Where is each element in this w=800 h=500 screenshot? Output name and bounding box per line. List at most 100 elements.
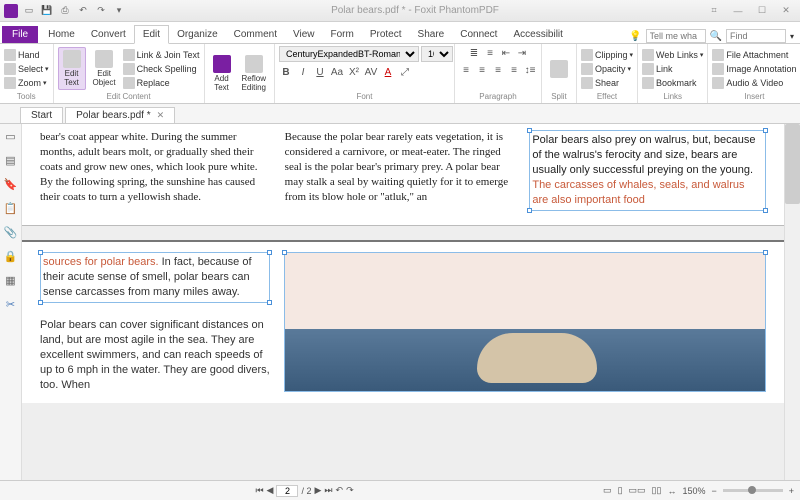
- maximize-icon[interactable]: ☐: [752, 4, 772, 18]
- bookmark-button[interactable]: Bookmark: [642, 77, 703, 89]
- text-column-p2[interactable]: sources for polar bears. In fact, becaus…: [40, 252, 270, 393]
- outdent-button[interactable]: ⇤: [499, 46, 513, 60]
- zoom-in-icon[interactable]: +: [789, 486, 794, 496]
- reflow-editing-button[interactable]: Reflow Editing: [238, 53, 270, 94]
- underline-button[interactable]: U: [313, 65, 327, 79]
- prev-page-icon[interactable]: ◀: [267, 485, 274, 496]
- selection-handle-icon[interactable]: [267, 250, 272, 255]
- text-column-2[interactable]: Because the polar bear rarely eats veget…: [285, 130, 516, 211]
- qat-open-icon[interactable]: ▭: [22, 4, 36, 18]
- attachments-panel-icon[interactable]: 📎: [3, 224, 19, 240]
- view-single-icon[interactable]: ▭: [603, 485, 612, 496]
- document-area[interactable]: bear's coat appear white. During the sum…: [22, 124, 784, 480]
- page-number-input[interactable]: [276, 485, 298, 497]
- replace-text[interactable]: Replace: [123, 77, 200, 89]
- selection-handle-icon[interactable]: [527, 208, 532, 213]
- tab-protect[interactable]: Protect: [362, 26, 410, 43]
- char-spacing-button[interactable]: AV: [364, 65, 378, 79]
- font-size-select[interactable]: 10: [421, 46, 453, 62]
- comments-panel-icon[interactable]: 📋: [3, 200, 19, 216]
- nav-back-icon[interactable]: ↶: [336, 485, 344, 496]
- tab-share[interactable]: Share: [410, 26, 453, 43]
- web-links-button[interactable]: Web Links▾: [642, 49, 703, 61]
- edit-object-button[interactable]: Edit Object: [89, 48, 120, 89]
- find-input[interactable]: [726, 29, 786, 43]
- doctab-polar-bears[interactable]: Polar bears.pdf *✕: [65, 107, 175, 123]
- scrollbar-thumb[interactable]: [785, 124, 800, 204]
- doctab-start[interactable]: Start: [20, 107, 63, 123]
- qat-undo-icon[interactable]: ↶: [76, 4, 90, 18]
- line-spacing-button[interactable]: ↕≡: [523, 63, 537, 77]
- tab-form[interactable]: Form: [323, 26, 362, 43]
- supersub-button[interactable]: X²: [347, 65, 361, 79]
- last-page-icon[interactable]: ⏭: [324, 485, 332, 496]
- selection-handle-icon[interactable]: [763, 250, 768, 255]
- tab-comment[interactable]: Comment: [226, 26, 285, 43]
- find-dropdown-icon[interactable]: ▾: [790, 32, 794, 41]
- shear-button[interactable]: Shear: [581, 77, 633, 89]
- search-icon[interactable]: 🔍: [710, 31, 722, 42]
- tab-file[interactable]: File: [2, 26, 38, 43]
- signatures-panel-icon[interactable]: ✂: [3, 296, 19, 312]
- hand-tool[interactable]: Hand: [4, 49, 49, 61]
- tab-edit[interactable]: Edit: [134, 25, 169, 44]
- image-annotation-button[interactable]: Image Annotation: [712, 63, 796, 75]
- text-block-selected[interactable]: sources for polar bears. In fact, becaus…: [40, 252, 270, 303]
- pages-panel-icon[interactable]: ▭: [3, 128, 19, 144]
- qat-save-icon[interactable]: 💾: [40, 4, 54, 18]
- split-button[interactable]: [546, 58, 572, 80]
- selection-handle-icon[interactable]: [763, 208, 768, 213]
- tab-view[interactable]: View: [285, 26, 323, 43]
- tellme-input[interactable]: [646, 29, 706, 43]
- tab-home[interactable]: Home: [40, 26, 83, 43]
- qat-print-icon[interactable]: ⎙: [58, 4, 72, 18]
- view-cont-facing-icon[interactable]: ▯▯: [652, 485, 662, 496]
- file-attachment-button[interactable]: File Attachment: [712, 49, 796, 61]
- tab-organize[interactable]: Organize: [169, 26, 226, 43]
- font-family-select[interactable]: CenturyExpandedBT-Roman: [279, 46, 419, 62]
- qat-dropdown-icon[interactable]: ▾: [112, 4, 126, 18]
- text-column-3-selected[interactable]: Polar bears also prey on walrus, but, be…: [529, 130, 766, 211]
- qat-redo-icon[interactable]: ↷: [94, 4, 108, 18]
- align-center-button[interactable]: ≡: [475, 63, 489, 77]
- clipping-button[interactable]: Clipping▾: [581, 49, 633, 61]
- close-tab-icon[interactable]: ✕: [157, 110, 165, 121]
- vertical-scrollbar[interactable]: [784, 124, 800, 480]
- selection-handle-icon[interactable]: [527, 128, 532, 133]
- first-page-icon[interactable]: ⏮: [255, 485, 263, 496]
- next-page-icon[interactable]: ▶: [314, 485, 321, 496]
- bullets-button[interactable]: ≣: [467, 46, 481, 60]
- view-continuous-icon[interactable]: ▯: [618, 485, 623, 496]
- zoom-slider[interactable]: [723, 489, 783, 492]
- fit-width-icon[interactable]: ↔: [667, 486, 676, 496]
- font-color-button[interactable]: A: [381, 65, 395, 79]
- document-image[interactable]: [284, 252, 766, 392]
- bold-button[interactable]: B: [279, 65, 293, 79]
- check-spelling[interactable]: Check Spelling: [123, 63, 200, 75]
- selection-handle-icon[interactable]: [267, 300, 272, 305]
- selection-handle-icon[interactable]: [38, 300, 43, 305]
- bookmarks-panel-icon[interactable]: 🔖: [3, 176, 19, 192]
- italic-button[interactable]: I: [296, 65, 310, 79]
- ribbon-opts-icon[interactable]: ⌗: [704, 4, 724, 18]
- close-icon[interactable]: ✕: [776, 4, 796, 18]
- link-button[interactable]: Link: [642, 63, 703, 75]
- zoom-level[interactable]: 150%: [682, 486, 705, 496]
- view-facing-icon[interactable]: ▭▭: [629, 485, 646, 496]
- add-text-button[interactable]: Add Text: [209, 53, 235, 94]
- selection-handle-icon[interactable]: [38, 250, 43, 255]
- selection-handle-icon[interactable]: [763, 128, 768, 133]
- link-join-text[interactable]: Link & Join Text: [123, 49, 200, 61]
- strikethrough-button[interactable]: Aa: [330, 65, 344, 79]
- zoom-out-icon[interactable]: −: [711, 486, 716, 496]
- align-right-button[interactable]: ≡: [491, 63, 505, 77]
- text-column-1[interactable]: bear's coat appear white. During the sum…: [40, 130, 271, 211]
- opacity-button[interactable]: Opacity▾: [581, 63, 633, 75]
- tab-convert[interactable]: Convert: [83, 26, 134, 43]
- security-panel-icon[interactable]: 🔒: [3, 248, 19, 264]
- font-scale-button[interactable]: ⤢: [398, 65, 412, 79]
- align-justify-button[interactable]: ≡: [507, 63, 521, 77]
- indent-button[interactable]: ⇥: [515, 46, 529, 60]
- nav-forward-icon[interactable]: ↷: [346, 485, 354, 496]
- select-tool[interactable]: Select▾: [4, 63, 49, 75]
